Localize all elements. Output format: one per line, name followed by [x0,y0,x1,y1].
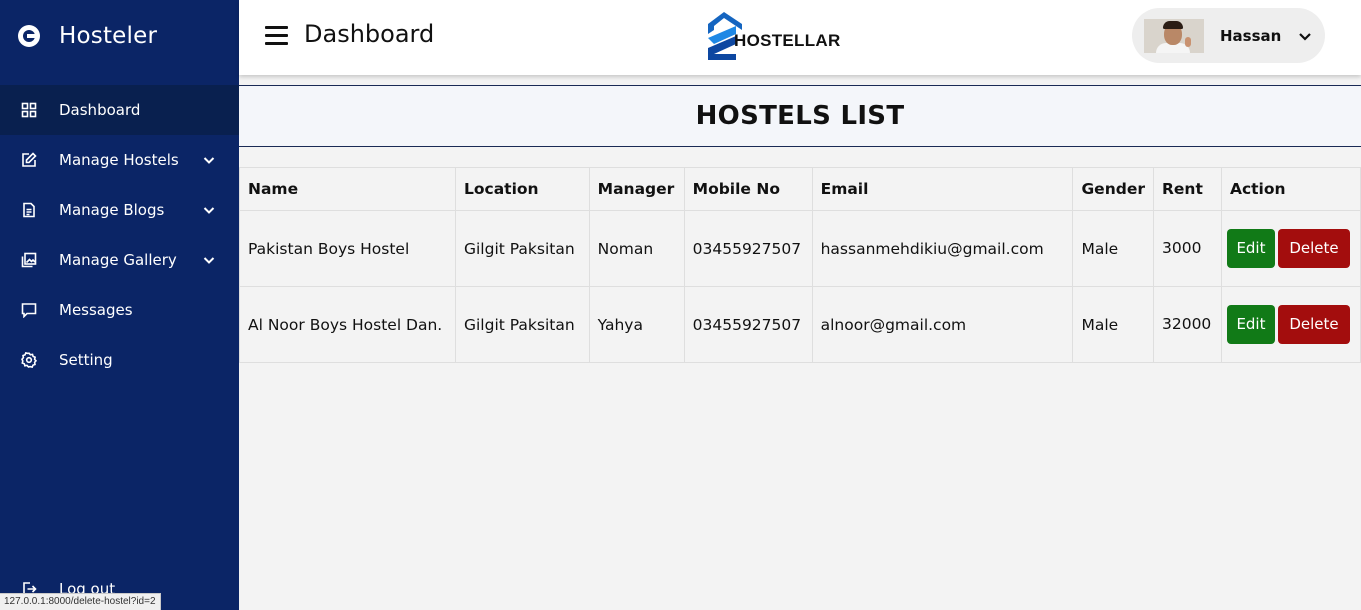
sidebar-item-label: Messages [59,301,133,319]
cell-actions: Edit Delete [1220,210,1361,287]
table-header-row: Name Location Manager Mobile No Email Ge… [239,167,1361,211]
hostels-table: Name Location Manager Mobile No Email Ge… [239,167,1361,363]
sidebar-item-dashboard[interactable]: Dashboard [0,85,239,135]
column-header: Action [1220,167,1361,211]
cell-gender: Male [1072,210,1154,287]
cell-mobile: 03455927507 [683,210,813,287]
edit-button[interactable]: Edit [1226,229,1275,268]
message-icon [20,301,38,319]
sidebar-item-label: Manage Blogs [59,201,165,219]
edit-icon [20,151,38,169]
cell-gender: Male [1072,286,1154,363]
menu-toggle-icon[interactable] [265,26,288,45]
column-header: Email [811,167,1074,211]
chevron-down-icon[interactable] [202,253,216,267]
brand[interactable]: Hosteler [0,0,239,72]
sidebar-item-label: Dashboard [59,101,141,119]
table-row: Pakistan Boys Hostel Gilgit Paksitan Nom… [239,210,1361,287]
column-header: Gender [1072,167,1154,211]
sidebar-nav: Dashboard Manage Hostels Manage Blogs Ma… [0,85,239,385]
cell-email: alnoor@gmail.com [811,286,1074,363]
sidebar-item-manage-hostels[interactable]: Manage Hostels [0,135,239,185]
user-menu[interactable]: Hassan [1132,8,1325,63]
sidebar: Hosteler Dashboard Manage Hostels Manage… [0,0,239,610]
edit-button[interactable]: Edit [1226,305,1275,344]
delete-button[interactable]: Delete [1277,305,1350,344]
cell-name: Al Noor Boys Hostel Dan. [239,286,456,363]
page-title: Dashboard [304,20,435,48]
sidebar-item-label: Manage Hostels [59,151,179,169]
column-header: Rent [1152,167,1222,211]
gallery-icon [20,251,38,269]
cell-location: Gilgit Paksitan [454,210,590,287]
table-row: Al Noor Boys Hostel Dan. Gilgit Paksitan… [239,286,1361,363]
hostellar-logo: HOSTELLAR [706,10,841,62]
brand-name: Hosteler [59,23,158,49]
user-name: Hassan [1220,26,1282,45]
column-header: Name [239,167,456,211]
cell-mobile: 03455927507 [683,286,813,363]
avatar [1144,18,1204,53]
sidebar-item-manage-gallery[interactable]: Manage Gallery [0,235,239,285]
sidebar-item-manage-blogs[interactable]: Manage Blogs [0,185,239,235]
cell-rent: 3000 [1152,210,1222,287]
cell-email: hassanmehdikiu@gmail.com [811,210,1074,287]
cell-location: Gilgit Paksitan [454,286,590,363]
column-header: Location [454,167,590,211]
sidebar-item-messages[interactable]: Messages [0,285,239,335]
top-header: Dashboard HOSTELLAR Hassan [239,0,1361,75]
delete-button[interactable]: Delete [1277,229,1350,268]
page-heading-bar: HOSTELS LIST [239,85,1361,147]
column-header: Mobile No [683,167,813,211]
grid-icon [20,101,38,119]
page-heading: HOSTELS LIST [695,101,905,131]
cell-actions: Edit Delete [1220,286,1361,363]
sidebar-item-label: Setting [59,351,113,369]
sidebar-item-setting[interactable]: Setting [0,335,239,385]
chevron-down-icon[interactable] [202,153,216,167]
chevron-down-icon[interactable] [202,203,216,217]
column-header: Manager [588,167,685,211]
cell-name: Pakistan Boys Hostel [239,210,456,287]
status-bar-url: 127.0.0.1:8000/delete-hostel?id=2 [0,593,161,610]
cell-manager: Noman [588,210,685,287]
cell-rent: 32000 [1152,286,1222,363]
sidebar-item-label: Manage Gallery [59,251,177,269]
chevron-down-icon[interactable] [1297,28,1313,44]
hostellar-logo-text: HOSTELLAR [734,31,841,50]
brand-logo-icon [18,25,40,47]
cell-manager: Yahya [588,286,685,363]
document-icon [20,201,38,219]
gear-icon [20,351,38,369]
